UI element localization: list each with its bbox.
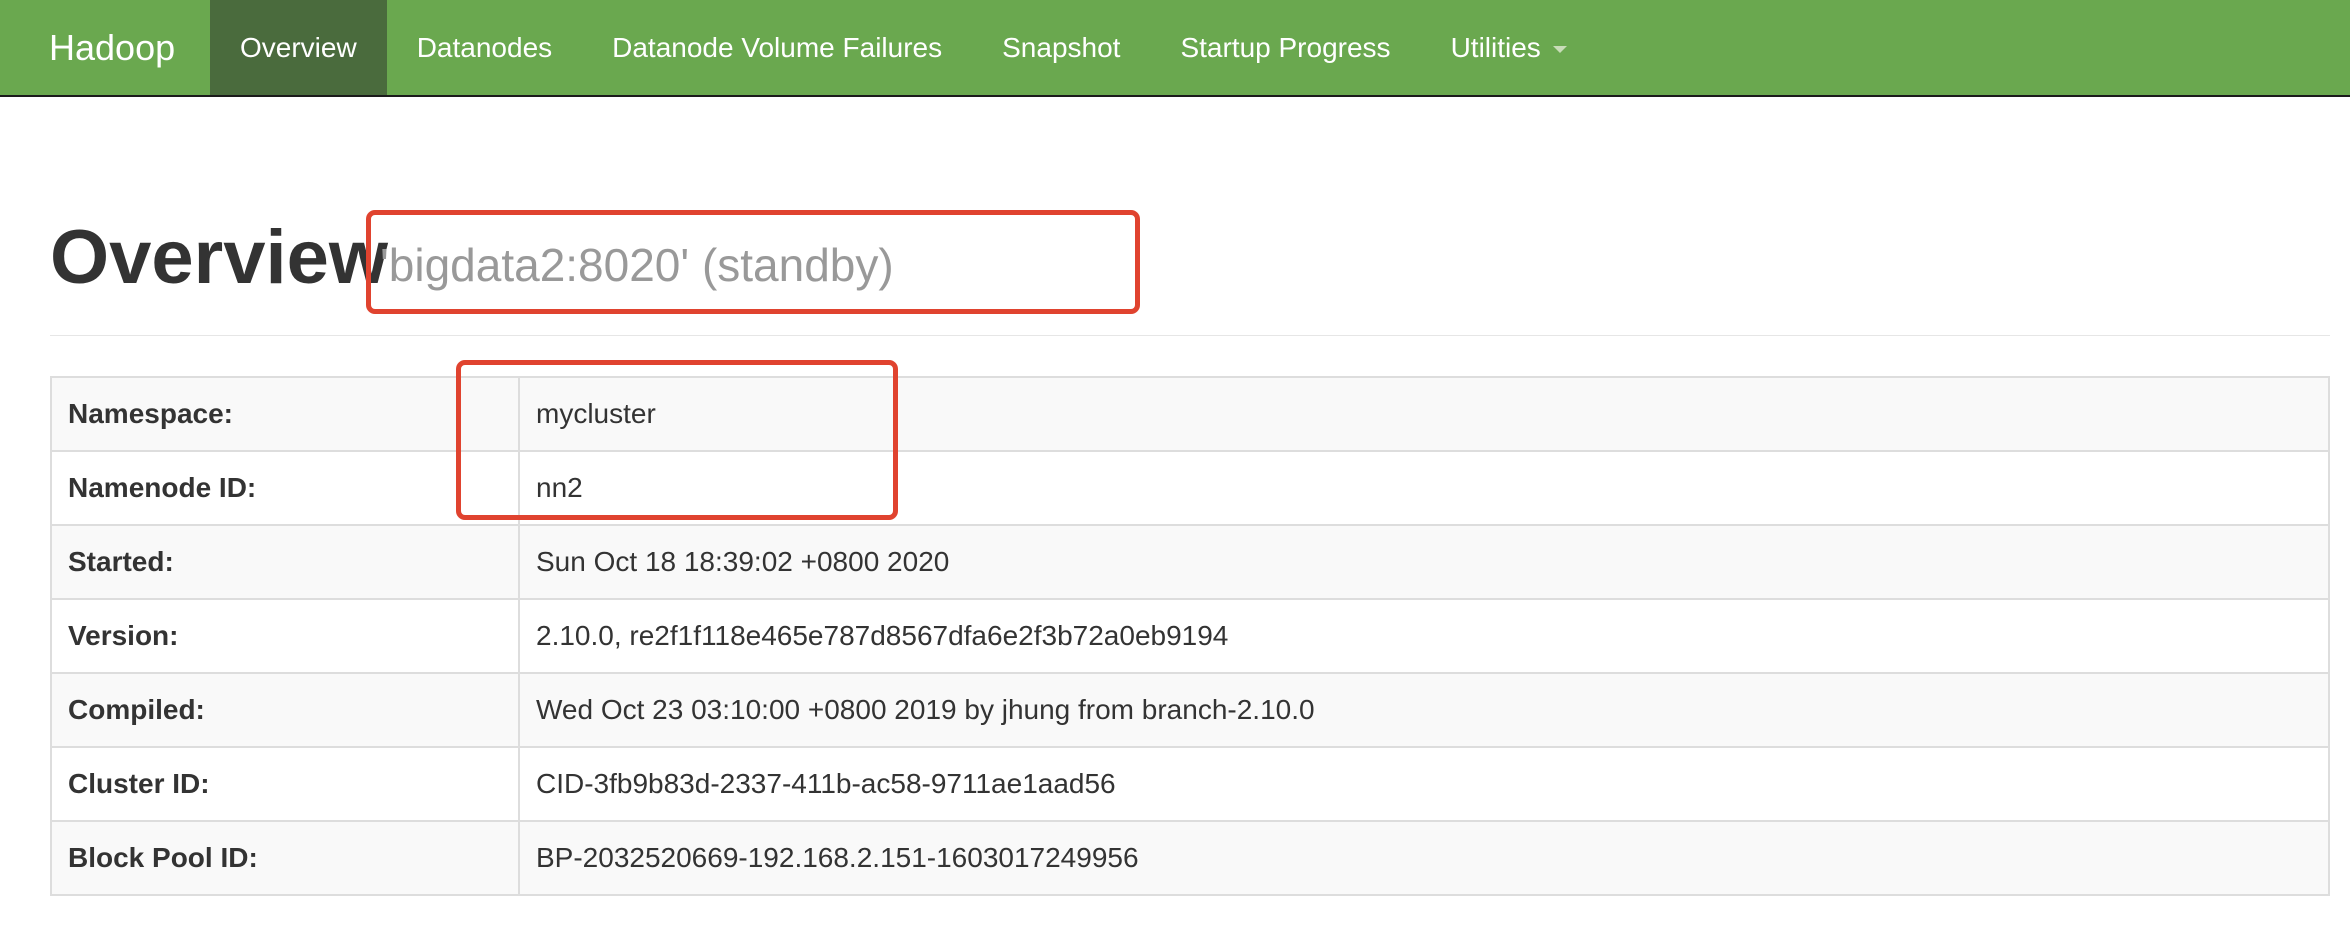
row-label: Namespace: bbox=[50, 376, 520, 452]
table-row: Started: Sun Oct 18 18:39:02 +0800 2020 bbox=[50, 524, 2330, 600]
overview-table: Namespace: mycluster Namenode ID: nn2 St… bbox=[50, 376, 2330, 896]
nav-item-utilities-label: Utilities bbox=[1450, 32, 1541, 63]
row-value: CID-3fb9b83d-2337-411b-ac58-9711ae1aad56 bbox=[518, 746, 2330, 822]
row-value: BP-2032520669-192.168.2.151-160301724995… bbox=[518, 820, 2330, 896]
table-row: Version: 2.10.0, re2f1f118e465e787d8567d… bbox=[50, 598, 2330, 674]
namenode-address-subtitle: 'bigdata2:8020' (standby) bbox=[380, 239, 894, 291]
row-value: 2.10.0, re2f1f118e465e787d8567dfa6e2f3b7… bbox=[518, 598, 2330, 674]
row-label: Block Pool ID: bbox=[50, 820, 520, 896]
table-row: Namenode ID: nn2 bbox=[50, 450, 2330, 526]
row-value: mycluster bbox=[518, 376, 2330, 452]
nav-item-datanodes[interactable]: Datanodes bbox=[387, 0, 582, 95]
top-navbar: Hadoop Overview Datanodes Datanode Volum… bbox=[0, 0, 2350, 97]
nav-item-datanode-volume-failures[interactable]: Datanode Volume Failures bbox=[582, 0, 972, 95]
row-label: Namenode ID: bbox=[50, 450, 520, 526]
nav-item-snapshot[interactable]: Snapshot bbox=[972, 0, 1150, 95]
caret-down-icon bbox=[1552, 46, 1567, 54]
main-nav: Overview Datanodes Datanode Volume Failu… bbox=[210, 0, 1597, 95]
table-row: Block Pool ID: BP-2032520669-192.168.2.1… bbox=[50, 820, 2330, 896]
nav-item-overview[interactable]: Overview bbox=[210, 0, 387, 95]
row-label: Cluster ID: bbox=[50, 746, 520, 822]
table-row: Compiled: Wed Oct 23 03:10:00 +0800 2019… bbox=[50, 672, 2330, 748]
table-row: Namespace: mycluster bbox=[50, 376, 2330, 452]
row-label: Started: bbox=[50, 524, 520, 600]
hadoop-brand-link[interactable]: Hadoop bbox=[49, 0, 175, 95]
nav-item-startup-progress[interactable]: Startup Progress bbox=[1150, 0, 1420, 95]
table-row: Cluster ID: CID-3fb9b83d-2337-411b-ac58-… bbox=[50, 746, 2330, 822]
row-label: Version: bbox=[50, 598, 520, 674]
row-value: Sun Oct 18 18:39:02 +0800 2020 bbox=[518, 524, 2330, 600]
nav-item-utilities[interactable]: Utilities bbox=[1421, 0, 1597, 95]
page-title: Overview bbox=[50, 215, 388, 300]
row-value: Wed Oct 23 03:10:00 +0800 2019 by jhung … bbox=[518, 672, 2330, 748]
row-label: Compiled: bbox=[50, 672, 520, 748]
page-header: Overview 'bigdata2:8020' (standby) bbox=[50, 200, 2330, 336]
row-value: nn2 bbox=[518, 450, 2330, 526]
